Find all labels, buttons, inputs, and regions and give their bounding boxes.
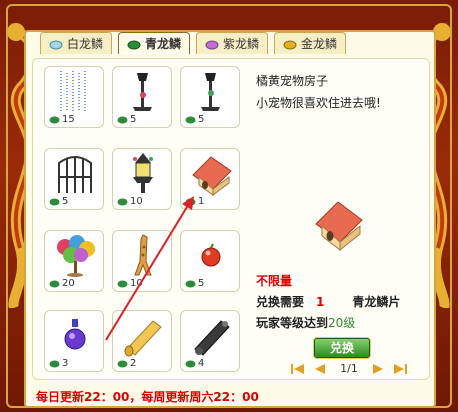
item-cost: 5	[49, 196, 68, 207]
item-slot[interactable]: 4	[180, 310, 240, 372]
requirement-row: 兑换需要 1 青龙鳞片	[256, 293, 400, 310]
level-label: 玩家等级达到	[256, 316, 329, 330]
cyan-scale-icon	[117, 116, 128, 123]
item-slot[interactable]: 20	[44, 230, 104, 292]
cyan-scale-icon	[185, 360, 196, 367]
item-cost: 2	[117, 358, 136, 369]
tab-label: 金龙鳞	[301, 37, 338, 51]
item-grid: 15 5 5 5 10 1 20 10 5 3 2 4	[44, 66, 242, 376]
requirement-count: 1	[316, 295, 325, 309]
cyan-scale-icon	[185, 116, 196, 123]
level-value: 20级	[328, 316, 356, 330]
tab-cyan-scale[interactable]: 青龙鳞	[118, 32, 191, 54]
first-page-icon[interactable]	[290, 363, 306, 375]
giraffe-icon	[134, 234, 152, 276]
item-slot[interactable]: 10	[112, 230, 172, 292]
street-lamp-icon	[133, 73, 152, 111]
exchange-button[interactable]: 兑换	[314, 338, 370, 358]
item-cost: 5	[117, 114, 136, 125]
requirement-label: 兑换需要	[256, 295, 305, 309]
iron-gate-icon	[58, 156, 92, 193]
tab-gold-scale[interactable]: 金龙鳞	[274, 32, 347, 54]
item-slot[interactable]: 5	[44, 148, 104, 210]
tab-label: 白龙鳞	[67, 37, 104, 51]
tab-white-scale[interactable]: 白龙鳞	[40, 32, 113, 54]
cyan-scale-icon	[49, 280, 60, 287]
orange-pet-house-preview-icon	[315, 201, 363, 252]
last-page-icon[interactable]	[392, 363, 408, 375]
item-slot[interactable]: 10	[112, 148, 172, 210]
item-slot[interactable]: 1	[180, 148, 240, 210]
street-lamp-green-icon	[201, 73, 220, 111]
item-description: 小宠物很喜欢住进去哦!	[256, 96, 381, 110]
update-schedule-text: 每日更新22：00，每周更新周六22：00	[36, 390, 259, 404]
item-slot[interactable]: 5	[180, 230, 240, 292]
cyan-scale-icon	[49, 198, 60, 205]
tab-bar: 白龙鳞 青龙鳞 紫龙鳞 金龙鳞	[40, 32, 347, 56]
flower-tree-icon	[57, 235, 95, 277]
item-title: 橘黄宠物房子	[256, 74, 329, 88]
item-cost: 4	[185, 358, 204, 369]
item-cost: 10	[117, 278, 143, 289]
level-row: 玩家等级达到20级	[256, 314, 355, 331]
black-cannon-icon	[194, 320, 230, 356]
cyan-scale-icon	[185, 280, 196, 287]
item-slot[interactable]: 15	[44, 66, 104, 128]
item-cost: 20	[49, 278, 75, 289]
item-cost: 1	[185, 196, 204, 207]
prev-page-icon[interactable]	[312, 363, 328, 375]
item-cost: 15	[49, 114, 75, 125]
cyan-scale-icon	[185, 198, 196, 205]
light-curtain-icon	[60, 71, 86, 113]
item-slot[interactable]: 5	[180, 66, 240, 128]
cyan-scale-icon	[117, 280, 128, 287]
tab-label: 青龙鳞	[145, 37, 182, 51]
next-page-icon[interactable]	[370, 363, 386, 375]
item-slot[interactable]: 2	[112, 310, 172, 372]
requirement-item: 青龙鳞片	[352, 295, 401, 309]
cyan-scale-icon	[127, 40, 141, 49]
pagination: 1/1	[290, 362, 408, 375]
cyan-scale-icon	[49, 116, 60, 123]
item-slot[interactable]: 5	[112, 66, 172, 128]
page-indicator: 1/1	[340, 362, 358, 375]
item-cost: 3	[49, 358, 68, 369]
gold-scroll-icon	[124, 320, 162, 357]
item-detail-panel: 橘黄宠物房子 小宠物很喜欢住进去哦! 不限量 兑换需要 1 青龙鳞片 玩家等级达到2…	[252, 66, 422, 376]
ornate-lamp-icon	[133, 153, 153, 193]
item-slot[interactable]: 3	[44, 310, 104, 372]
cyan-scale-icon	[117, 198, 128, 205]
tab-purple-scale[interactable]: 紫龙鳞	[196, 32, 269, 54]
potion-bottle-icon	[64, 319, 86, 350]
limit-label: 不限量	[256, 274, 293, 288]
gold-scale-icon	[283, 40, 297, 49]
white-scale-icon	[49, 40, 63, 49]
item-cost: 5	[185, 278, 204, 289]
red-ball-icon	[201, 243, 221, 267]
cyan-scale-icon	[117, 360, 128, 367]
purple-scale-icon	[205, 40, 219, 49]
orange-pet-house-icon	[192, 156, 232, 196]
cyan-scale-icon	[49, 360, 60, 367]
tab-label: 紫龙鳞	[223, 37, 260, 51]
item-cost: 10	[117, 196, 143, 207]
item-cost: 5	[185, 114, 204, 125]
